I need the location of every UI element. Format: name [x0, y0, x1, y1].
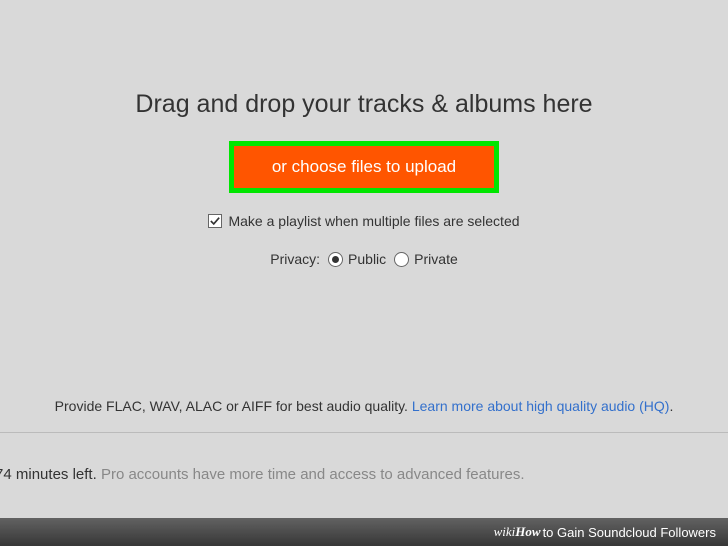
upload-area: Drag and drop your tracks & albums here … — [0, 0, 728, 267]
privacy-private-group[interactable]: Private — [394, 251, 458, 267]
caption-title: to Gain Soundcloud Followers — [543, 525, 716, 540]
privacy-private-radio[interactable] — [394, 252, 409, 267]
quality-info: Provide FLAC, WAV, ALAC or AIFF for best… — [0, 398, 728, 414]
wikihow-caption-bar: wikiHow to Gain Soundcloud Followers — [0, 518, 728, 546]
privacy-label: Privacy: — [270, 251, 320, 267]
minutes-left-text: have 174 minutes left. — [0, 466, 101, 483]
playlist-option-row: Make a playlist when multiple files are … — [0, 213, 728, 229]
quality-link[interactable]: Learn more about high quality audio (HQ) — [412, 398, 670, 414]
playlist-checkbox[interactable] — [208, 214, 222, 228]
upload-button-highlight: or choose files to upload — [229, 141, 499, 193]
checkmark-icon — [210, 216, 220, 226]
caption-brand-b: How — [515, 524, 540, 540]
pro-upsell-text: Pro accounts have more time and access t… — [101, 466, 525, 483]
quality-text: Provide FLAC, WAV, ALAC or AIFF for best… — [55, 398, 412, 414]
minutes-remaining-line: have 174 minutes left. Pro accounts have… — [0, 466, 525, 483]
privacy-public-label: Public — [348, 251, 386, 267]
privacy-public-group[interactable]: Public — [328, 251, 386, 267]
playlist-checkbox-label: Make a playlist when multiple files are … — [228, 213, 519, 229]
privacy-public-radio[interactable] — [328, 252, 343, 267]
privacy-private-label: Private — [414, 251, 458, 267]
choose-files-button[interactable]: or choose files to upload — [234, 146, 494, 188]
quality-period: . — [669, 398, 673, 414]
privacy-row: Privacy: Public Private — [0, 251, 728, 267]
caption-brand-a: wiki — [494, 524, 516, 540]
section-divider — [0, 432, 728, 433]
upload-heading: Drag and drop your tracks & albums here — [0, 90, 728, 119]
